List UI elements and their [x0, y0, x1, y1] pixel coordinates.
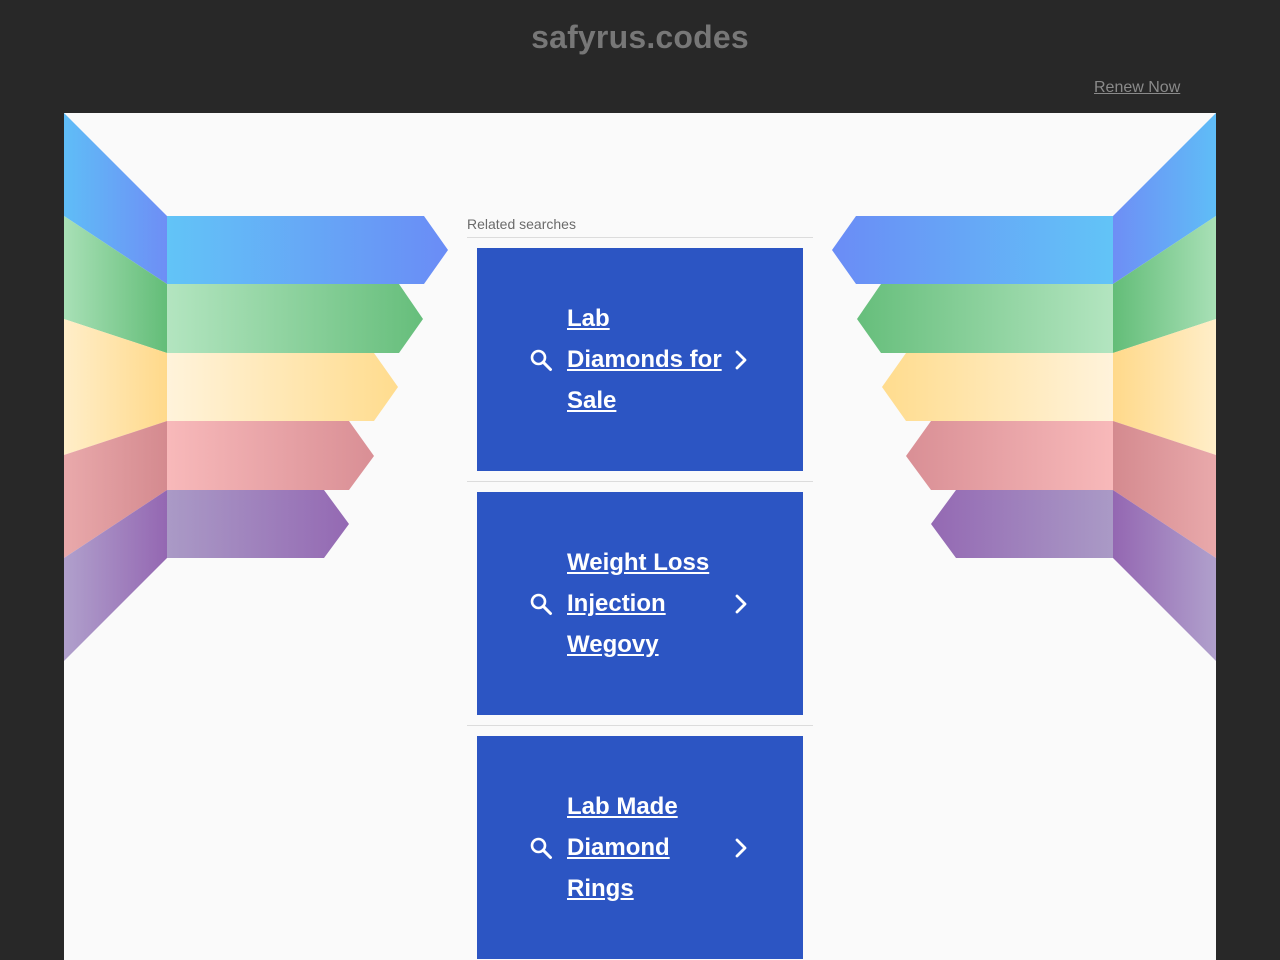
divider — [467, 481, 813, 482]
renew-now-link[interactable]: Renew Now — [1094, 79, 1180, 97]
related-search-link[interactable]: Lab Made Diamond Rings — [567, 786, 722, 909]
chevron-right-icon — [735, 594, 747, 614]
divider — [467, 725, 813, 726]
related-search-link[interactable]: Weight Loss Injection Wegovy — [567, 542, 722, 665]
right-ribbon-decoration — [832, 113, 1216, 661]
related-search-item[interactable]: Lab Diamonds for Sale — [477, 248, 803, 471]
chevron-right-icon — [735, 350, 747, 370]
related-search-link[interactable]: Lab Diamonds for Sale — [567, 298, 722, 421]
chevron-right-icon — [735, 838, 747, 858]
parked-content: Related searches Lab Diamonds for Sale W… — [64, 113, 1216, 960]
related-search-item[interactable]: Weight Loss Injection Wegovy — [477, 492, 803, 715]
left-ribbon-decoration — [64, 113, 448, 661]
divider — [467, 237, 813, 238]
related-searches-list: Lab Diamonds for Sale Weight Loss Inject… — [467, 237, 813, 960]
related-searches-label: Related searches — [467, 216, 576, 232]
related-search-item[interactable]: Lab Made Diamond Rings — [477, 736, 803, 959]
search-icon — [530, 349, 552, 371]
domain-title: safyrus.codes — [531, 19, 749, 55]
search-icon — [530, 837, 552, 859]
search-icon — [530, 593, 552, 615]
